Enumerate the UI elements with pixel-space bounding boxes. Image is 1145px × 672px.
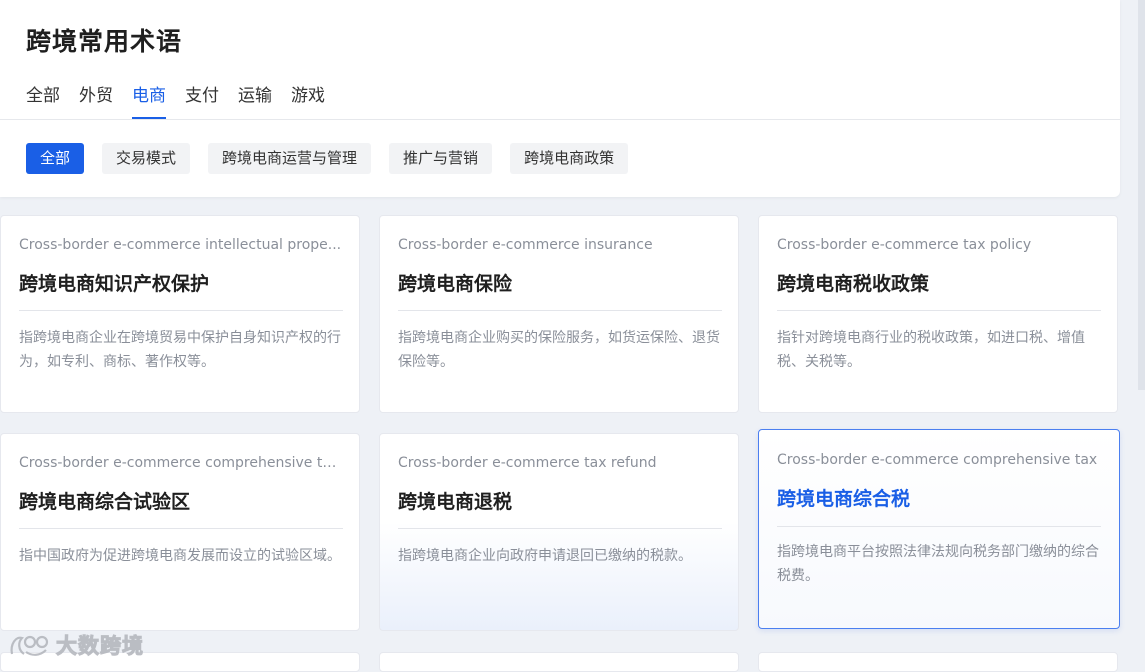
term-description: 指跨境电商平台按照法律法规向税务部门缴纳的综合税费。 xyxy=(777,544,1099,584)
scrollbar[interactable] xyxy=(1138,0,1145,390)
term-card-partial[interactable] xyxy=(758,652,1118,672)
term-card-selected[interactable]: Cross-border e-commerce comprehensive ta… xyxy=(758,429,1120,629)
tab-games[interactable]: 游戏 xyxy=(291,84,325,119)
tab-payment[interactable]: 支付 xyxy=(185,84,219,119)
term-english: Cross-border e-commerce comprehensive te… xyxy=(19,455,343,471)
term-description: 指跨境电商企业购买的保险服务，如货运保险、退货保险等。 xyxy=(398,330,720,370)
term-card[interactable]: Cross-border e-commerce intellectual pro… xyxy=(0,215,360,413)
term-chinese: 跨境电商综合试验区 xyxy=(19,491,191,513)
term-chinese: 跨境电商税收政策 xyxy=(777,273,930,295)
watermark: 大数跨境 xyxy=(8,630,144,660)
term-english: Cross-border e-commerce comprehensive ta… xyxy=(777,452,1098,468)
brand-logo-icon xyxy=(8,630,52,660)
term-chinese: 跨境电商综合税 xyxy=(777,488,911,510)
chip-operations-management[interactable]: 跨境电商运营与管理 xyxy=(208,143,372,174)
card-divider xyxy=(777,526,1101,527)
term-description: 指中国政府为促进跨境电商发展而设立的试验区域。 xyxy=(19,548,341,564)
term-card[interactable]: Cross-border e-commerce insurance 跨境电商保险… xyxy=(379,215,739,413)
term-chinese: 跨境电商退税 xyxy=(398,491,513,513)
card-divider xyxy=(19,528,343,529)
term-english: Cross-border e-commerce insurance xyxy=(398,237,653,253)
term-card-hovered[interactable]: Cross-border e-commerce tax refund 跨境电商退… xyxy=(379,433,739,631)
card-divider xyxy=(398,310,722,311)
term-card[interactable]: Cross-border e-commerce tax policy 跨境电商税… xyxy=(758,215,1118,413)
tab-shipping[interactable]: 运输 xyxy=(238,84,272,119)
chip-ecommerce-policy[interactable]: 跨境电商政策 xyxy=(510,143,629,174)
term-card[interactable]: Cross-border e-commerce comprehensive te… xyxy=(0,433,360,631)
card-divider xyxy=(19,310,343,311)
chip-all[interactable]: 全部 xyxy=(26,143,85,174)
tab-all[interactable]: 全部 xyxy=(26,84,60,119)
subcategory-chips: 全部 交易模式 跨境电商运营与管理 推广与营销 跨境电商政策 xyxy=(26,143,646,174)
term-english: Cross-border e-commerce tax refund xyxy=(398,455,657,471)
card-divider xyxy=(777,310,1101,311)
header-panel: 跨境常用术语 全部 外贸 电商 支付 运输 游戏 全部 交易模式 跨境电商运营与… xyxy=(0,0,1120,197)
watermark-text: 大数跨境 xyxy=(56,634,144,659)
page-title: 跨境常用术语 xyxy=(26,27,183,56)
chip-promotion-marketing[interactable]: 推广与营销 xyxy=(389,143,493,174)
tab-foreign-trade[interactable]: 外贸 xyxy=(79,84,113,119)
term-card-partial[interactable] xyxy=(379,652,739,672)
card-divider xyxy=(398,528,722,529)
term-english: Cross-border e-commerce tax policy xyxy=(777,237,1032,253)
term-chinese: 跨境电商知识产权保护 xyxy=(19,273,210,295)
tab-ecommerce[interactable]: 电商 xyxy=(132,84,166,119)
term-description: 指跨境电商企业在跨境贸易中保护自身知识产权的行为，如专利、商标、著作权等。 xyxy=(19,330,341,370)
term-description: 指针对跨境电商行业的税收政策，如进口税、增值税、关税等。 xyxy=(777,330,1085,370)
header-divider xyxy=(0,119,1120,120)
category-tabs: 全部 外贸 电商 支付 运输 游戏 xyxy=(26,84,344,119)
term-english: Cross-border e-commerce intellectual pro… xyxy=(19,237,342,253)
term-chinese: 跨境电商保险 xyxy=(398,273,513,295)
chip-trade-mode[interactable]: 交易模式 xyxy=(102,143,191,174)
term-description: 指跨境电商企业向政府申请退回已缴纳的税款。 xyxy=(398,548,692,564)
